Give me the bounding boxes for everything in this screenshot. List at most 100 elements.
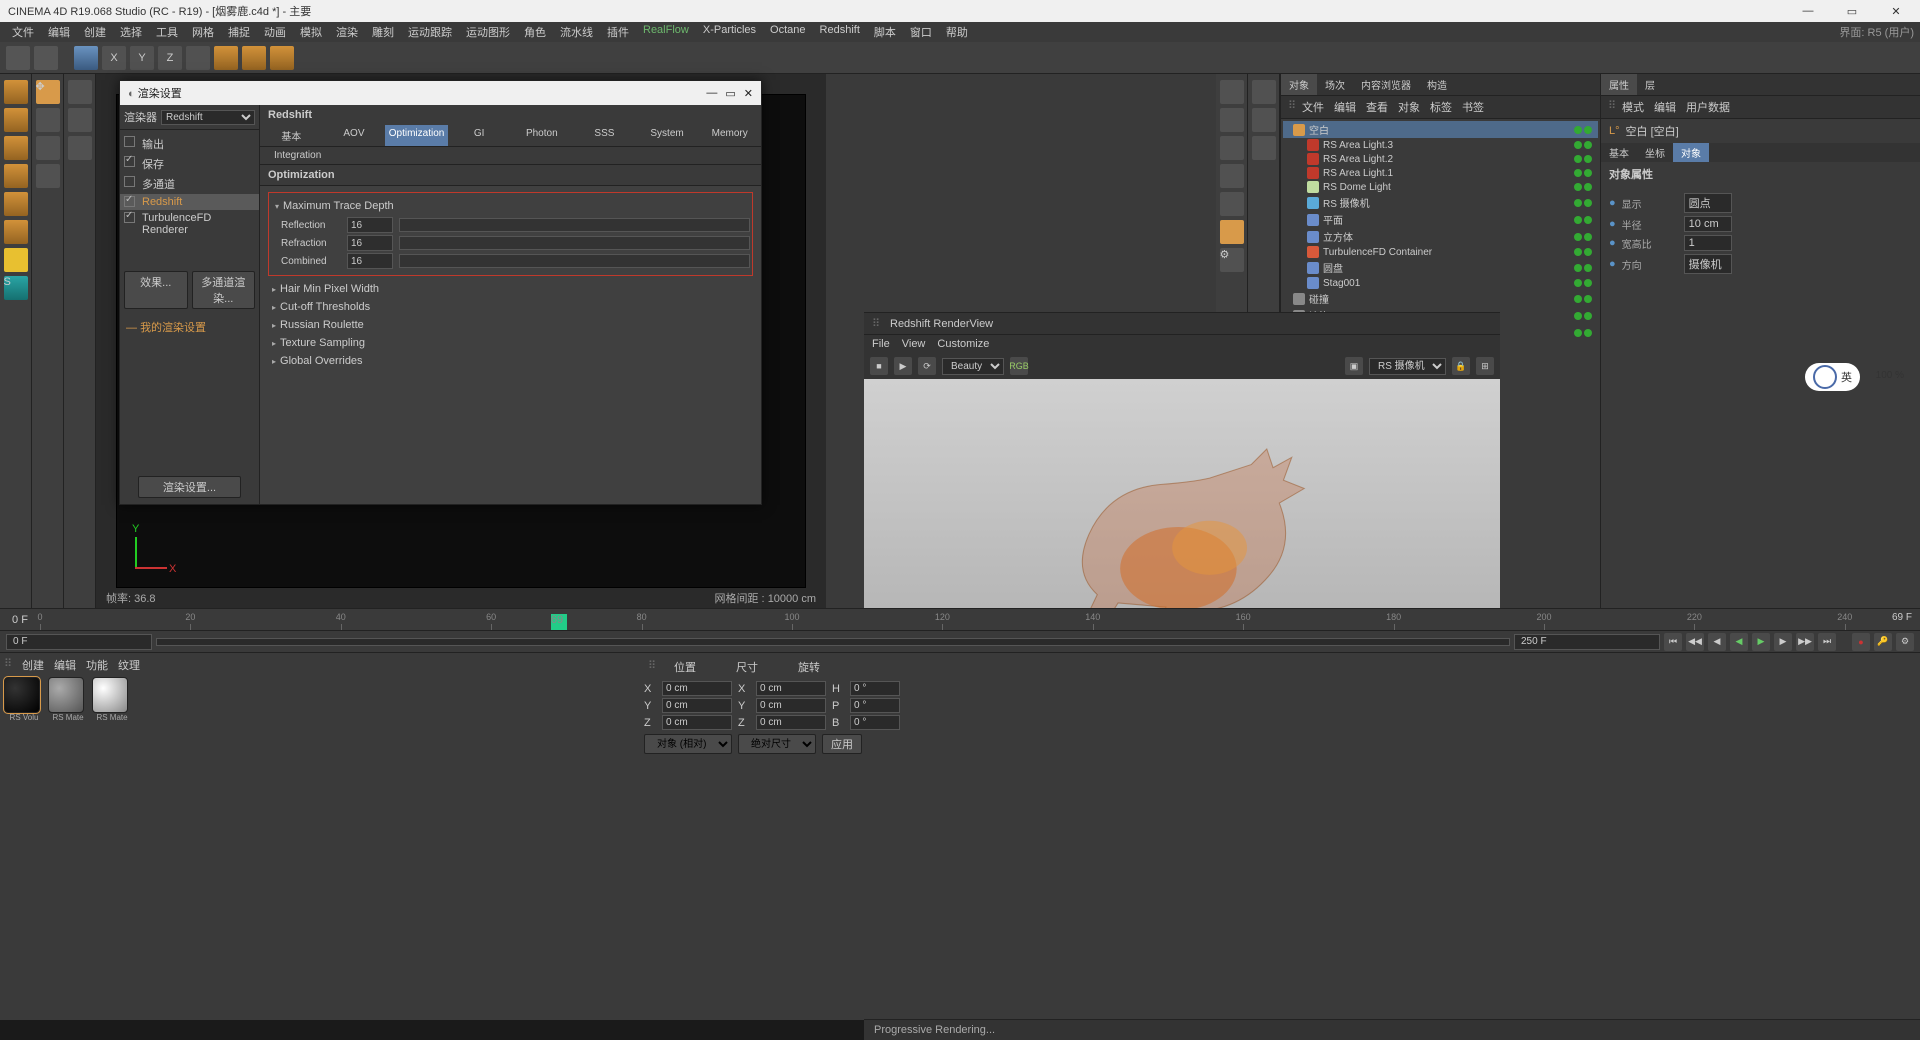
goto-start-icon[interactable]: ⏮	[1664, 633, 1682, 651]
mat-tab-纹理[interactable]: 纹理	[118, 660, 140, 672]
obj-row-RS Dome Light[interactable]: RS Dome Light	[1283, 180, 1598, 194]
menu-捕捉[interactable]: 捕捉	[222, 22, 256, 42]
rtree-多通道[interactable]: 多通道	[120, 174, 259, 194]
q3-icon[interactable]	[1252, 136, 1276, 160]
attr-半径[interactable]: 10 cm	[1684, 216, 1732, 232]
p4-icon[interactable]	[1220, 164, 1244, 188]
menu-Redshift[interactable]: Redshift	[814, 22, 866, 42]
coord-size-select[interactable]: 绝对尺寸	[738, 734, 816, 754]
max-trace-depth-header[interactable]: Maximum Trace Depth	[271, 197, 750, 215]
rotate-tool-icon[interactable]	[36, 164, 60, 188]
rtree-Redshift[interactable]: Redshift	[120, 194, 259, 210]
modal-maximize-icon[interactable]: ▭	[725, 87, 735, 100]
mat-tab-编辑[interactable]: 编辑	[54, 660, 76, 672]
menu-窗口[interactable]: 窗口	[904, 22, 938, 42]
render-icon[interactable]	[214, 46, 238, 70]
field-Reflection[interactable]	[347, 217, 393, 233]
close-button[interactable]: ✕	[1880, 5, 1912, 18]
maximize-button[interactable]: ▭	[1836, 5, 1868, 18]
rs-crop-icon[interactable]: ▣	[1345, 357, 1363, 375]
object-mode-icon[interactable]	[4, 136, 28, 160]
obj-row-RS Area Light.3[interactable]: RS Area Light.3	[1283, 138, 1598, 152]
step-fwd-icon[interactable]: ▶	[1774, 633, 1792, 651]
group-Russian-Roulette[interactable]: Russian Roulette	[268, 316, 753, 334]
render-settings-button[interactable]: 渲染设置...	[138, 476, 241, 498]
pos-Z[interactable]	[662, 715, 732, 730]
field-Refraction[interactable]	[347, 235, 393, 251]
texture-mode-icon[interactable]	[4, 108, 28, 132]
rs-tab-AOV[interactable]: AOV	[323, 125, 386, 146]
move-tool-icon[interactable]: ✥	[36, 80, 60, 104]
obj-row-圆盘[interactable]: 圆盘	[1283, 259, 1598, 276]
menu-工具[interactable]: 工具	[150, 22, 184, 42]
redo-button[interactable]	[34, 46, 58, 70]
obj-tab-场次[interactable]: 场次	[1317, 74, 1353, 95]
material-RS Volu[interactable]: RS Volu	[4, 677, 44, 722]
menu-流水线[interactable]: 流水线	[554, 22, 599, 42]
axis-z-icon[interactable]: Z	[158, 46, 182, 70]
group-Global-Overrides[interactable]: Global Overrides	[268, 352, 753, 370]
uv-icon[interactable]: S	[4, 276, 28, 300]
group-Cut-off-Thresholds[interactable]: Cut-off Thresholds	[268, 298, 753, 316]
obj-menu-书签[interactable]: 书签	[1459, 98, 1487, 116]
attr-显示[interactable]: 圆点	[1684, 193, 1732, 213]
sculpt-icon[interactable]	[4, 248, 28, 272]
q2-icon[interactable]	[1252, 108, 1276, 132]
obj-menu-对象[interactable]: 对象	[1395, 98, 1423, 116]
attr-menu-编辑[interactable]: 编辑	[1651, 98, 1679, 116]
q1-icon[interactable]	[1252, 80, 1276, 104]
settings-gear-icon[interactable]: ⚙	[1220, 248, 1244, 272]
rot-P[interactable]	[850, 698, 900, 713]
p2-icon[interactable]	[1220, 108, 1244, 132]
pos-Y[interactable]	[662, 698, 732, 713]
snap-icon[interactable]	[68, 80, 92, 104]
obj-menu-文件[interactable]: 文件	[1299, 98, 1327, 116]
render-settings-icon[interactable]	[270, 46, 294, 70]
rs-menu-View[interactable]: View	[902, 338, 926, 350]
modal-close-icon[interactable]: ✕	[744, 87, 753, 100]
select-tool-icon[interactable]	[36, 108, 60, 132]
obj-row-立方体[interactable]: 立方体	[1283, 228, 1598, 245]
slider-Combined[interactable]	[399, 254, 750, 268]
attr-tab-层[interactable]: 层	[1637, 74, 1663, 95]
attr-subtab-基本[interactable]: 基本	[1601, 143, 1637, 162]
obj-tab-构造[interactable]: 构造	[1419, 74, 1455, 95]
field-Combined[interactable]	[347, 253, 393, 269]
rs-tab-System[interactable]: System	[636, 125, 699, 146]
p3-icon[interactable]	[1220, 136, 1244, 160]
mat-tab-创建[interactable]: 创建	[22, 660, 44, 672]
model-mode-icon[interactable]	[4, 80, 28, 104]
menu-角色[interactable]: 角色	[518, 22, 552, 42]
rs-lock-icon[interactable]: 🔒	[1452, 357, 1470, 375]
attr-方向[interactable]: 摄像机	[1684, 254, 1732, 274]
rtree-保存[interactable]: 保存	[120, 154, 259, 174]
menu-帮助[interactable]: 帮助	[940, 22, 974, 42]
live-select-icon[interactable]	[74, 46, 98, 70]
timeline[interactable]: 0 F 02040608010012014016018020022024069 …	[0, 608, 1920, 630]
size-Z[interactable]	[756, 715, 826, 730]
rs-tab-GI[interactable]: GI	[448, 125, 511, 146]
p1-icon[interactable]	[1220, 80, 1244, 104]
material-RS Mate[interactable]: RS Mate	[92, 677, 132, 722]
attr-menu-用户数据[interactable]: 用户数据	[1683, 98, 1733, 116]
menu-网格[interactable]: 网格	[186, 22, 220, 42]
record-icon[interactable]: ●	[1852, 633, 1870, 651]
rtree-输出[interactable]: 输出	[120, 134, 259, 154]
tab-integration[interactable]: Integration	[260, 147, 335, 164]
rtree-TurbulenceFD Renderer[interactable]: TurbulenceFD Renderer	[120, 210, 259, 238]
modal-minimize-icon[interactable]: —	[706, 87, 717, 100]
rs-tab-Optimization[interactable]: Optimization	[385, 125, 448, 146]
rs-refresh-icon[interactable]: ⟳	[918, 357, 936, 375]
axis-x-icon[interactable]: X	[102, 46, 126, 70]
obj-row-RS Area Light.2[interactable]: RS Area Light.2	[1283, 152, 1598, 166]
timeline-cursor[interactable]: 69	[551, 614, 567, 630]
multipass-button[interactable]: 多通道渲染...	[192, 271, 256, 309]
undo-button[interactable]	[6, 46, 30, 70]
obj-menu-标签[interactable]: 标签	[1427, 98, 1455, 116]
obj-menu-编辑[interactable]: 编辑	[1331, 98, 1359, 116]
menu-Octane[interactable]: Octane	[764, 22, 811, 42]
scale-tool-icon[interactable]	[36, 136, 60, 160]
obj-menu-查看[interactable]: 查看	[1363, 98, 1391, 116]
attr-menu-模式[interactable]: 模式	[1619, 98, 1647, 116]
p5-icon[interactable]	[1220, 192, 1244, 216]
